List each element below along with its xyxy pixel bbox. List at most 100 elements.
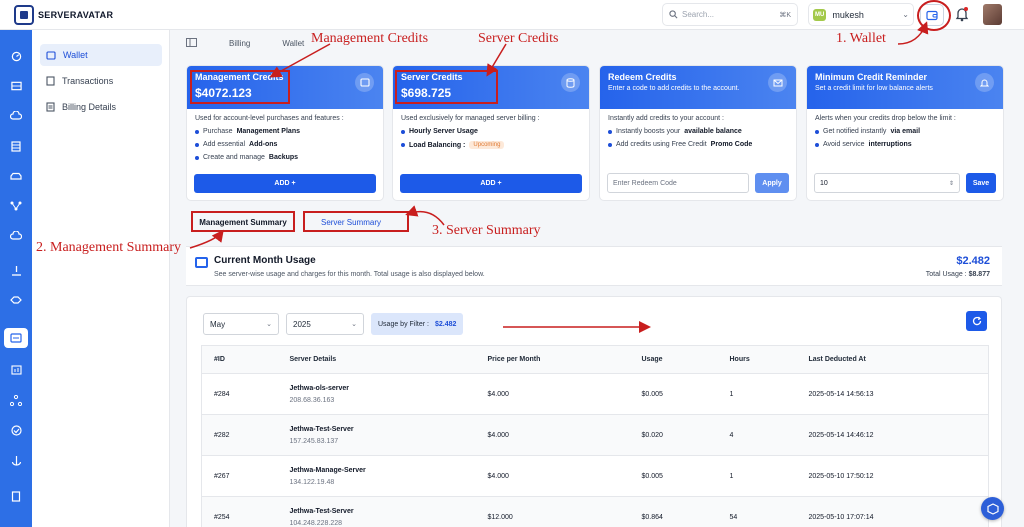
- logo[interactable]: SERVERAVATAR: [14, 5, 113, 25]
- dashboard-icon[interactable]: [8, 48, 24, 64]
- brand-name: SERVERAVATAR: [38, 10, 114, 20]
- sidebar-item-billing-details[interactable]: Billing Details: [40, 96, 162, 118]
- car-icon[interactable]: [8, 168, 24, 184]
- stepper-arrows-icon[interactable]: ⇕: [949, 180, 954, 187]
- refresh-button[interactable]: [966, 311, 987, 331]
- row-price: $4.000: [475, 414, 630, 456]
- annotation-management-credits: Management Credits: [311, 31, 429, 46]
- card-lead: Alerts when your credits drop below the …: [815, 115, 956, 122]
- annotation-box-management-credits: [190, 70, 290, 104]
- search-shortcut: ⌘K: [779, 11, 791, 19]
- wallet-icon[interactable]: [4, 328, 28, 348]
- card-body: Alerts when your credits drop below the …: [807, 109, 1003, 160]
- row-usage: $0.005: [629, 455, 718, 497]
- table-row: #284 Jethwa-ols-server 208.68.36.163 $4.0…: [201, 373, 989, 415]
- sidebar-item-label: Billing Details: [62, 102, 117, 112]
- annotation-management-summary: 2. Management Summary: [36, 240, 182, 255]
- anchor-icon[interactable]: [8, 452, 24, 468]
- server-details: Jethwa-ols-server 208.68.36.163: [277, 373, 476, 415]
- check-circle-icon[interactable]: [8, 422, 24, 438]
- row-last-deducted: 2025-05-10 17:50:12: [796, 455, 989, 497]
- list-item: Avoid service interruptions: [815, 141, 995, 148]
- card-body: Instantly add credits to your account : …: [600, 109, 796, 160]
- table-header-row: #ID Server Details Price per Month Usage…: [201, 345, 989, 374]
- credit-limit-stepper[interactable]: 10 ⇕: [814, 173, 960, 193]
- sidebar-item-transactions[interactable]: Transactions: [40, 70, 162, 92]
- card-header: Minimum Credit Reminder Set a credit lim…: [807, 66, 1003, 109]
- download-icon[interactable]: [8, 262, 24, 278]
- server-details: Jethwa-Test-Server 104.248.228.228: [277, 496, 476, 527]
- sidebar-item-wallet[interactable]: Wallet: [40, 44, 162, 66]
- card-title: Redeem Credits: [608, 72, 677, 82]
- apply-button[interactable]: Apply: [755, 173, 789, 193]
- row-hours: 4: [717, 414, 797, 456]
- sitemap-icon[interactable]: [8, 392, 24, 408]
- notifications-button[interactable]: [955, 6, 971, 24]
- database-icon[interactable]: [8, 138, 24, 154]
- row-id: #254: [201, 496, 278, 527]
- user-name: mukesh: [832, 9, 864, 20]
- sidebar-item-label: Wallet: [63, 50, 88, 60]
- table-row: #282 Jethwa-Test-Server 157.245.83.137 $4…: [201, 414, 989, 456]
- card-lead: Used for account-level purchases and fea…: [195, 115, 344, 122]
- card-body: Used for account-level purchases and fea…: [187, 109, 383, 173]
- cloud-icon[interactable]: [8, 108, 24, 124]
- logo-icon: [14, 5, 34, 25]
- annotation-server-credits: Server Credits: [478, 31, 559, 46]
- usage-table-panel: May ⌄ 2025 ⌄ Usage by Filter : $2.482 #ID S…: [186, 296, 1002, 527]
- avatar[interactable]: [983, 4, 1002, 25]
- redeem-credits-card: Redeem Credits Enter a code to add credi…: [600, 66, 796, 200]
- help-chat-button[interactable]: [981, 497, 1004, 520]
- row-price: $4.000: [475, 455, 630, 497]
- annotation-wallet: 1. Wallet: [836, 31, 886, 46]
- sidebar-item-label: Transactions: [62, 76, 114, 86]
- chart-icon[interactable]: [8, 362, 24, 378]
- total-usage: Total Usage : $8.877: [925, 271, 990, 278]
- handshake-icon[interactable]: [8, 292, 24, 308]
- table-row: #267 Jethwa-Manage-Server 134.122.19.48 $…: [201, 455, 989, 497]
- server-icon[interactable]: [8, 78, 24, 94]
- card-body: Used exclusively for managed server bill…: [393, 109, 589, 161]
- usage-filter-badge: Usage by Filter : $2.482: [371, 313, 464, 335]
- year-select[interactable]: 2025 ⌄: [286, 313, 364, 335]
- receipt-icon: [46, 76, 55, 86]
- icon-sidebar: [0, 30, 32, 527]
- list-item: Hourly Server Usage: [401, 128, 581, 135]
- user-initials-badge: MU: [813, 8, 827, 21]
- save-button[interactable]: Save: [966, 173, 996, 193]
- credit-reminder-card: Minimum Credit Reminder Set a credit lim…: [807, 66, 1003, 200]
- app: SERVERAVATAR Search... ⌘K MU mukesh ⌄ Wa…: [0, 0, 1024, 527]
- table-row: #254 Jethwa-Test-Server 104.248.228.228 $…: [201, 496, 989, 527]
- bell-icon: [955, 7, 969, 22]
- list-item: Create and manage Backups: [195, 154, 375, 161]
- row-price: $4.000: [475, 373, 630, 415]
- database-icon: [561, 73, 580, 92]
- nodes-icon[interactable]: [8, 198, 24, 214]
- add-server-credits-button[interactable]: ADD +: [400, 174, 582, 193]
- summary-title: Current Month Usage: [214, 255, 316, 266]
- document-icon: [46, 102, 55, 112]
- row-id: #267: [201, 455, 278, 497]
- cloud-check-icon[interactable]: [8, 228, 24, 244]
- search-input[interactable]: Search... ⌘K: [662, 3, 798, 26]
- add-management-credits-button[interactable]: ADD +: [194, 174, 376, 193]
- breadcrumb-billing[interactable]: Billing: [213, 39, 266, 48]
- redeem-code-input[interactable]: Enter Redeem Code: [607, 173, 749, 193]
- card-lead: Used exclusively for managed server bill…: [401, 115, 540, 122]
- sidebar-toggle-icon[interactable]: [170, 37, 213, 49]
- column-header: Last Deducted At: [796, 345, 989, 374]
- search-icon: [669, 10, 678, 19]
- document-icon[interactable]: [8, 488, 24, 504]
- wallet-icon: [195, 257, 208, 268]
- list-item: Purchase Management Plans: [195, 128, 375, 135]
- row-usage: $0.020: [629, 414, 718, 456]
- search-placeholder: Search...: [682, 10, 715, 19]
- annotation-box-server-credits: [395, 70, 498, 104]
- row-usage: $0.005: [629, 373, 718, 415]
- month-select[interactable]: May ⌄: [203, 313, 279, 335]
- row-id: #284: [201, 373, 278, 415]
- user-menu[interactable]: MU mukesh ⌄: [808, 3, 914, 26]
- breadcrumb: Billing Wallet: [170, 30, 1024, 56]
- wallet-icon: [355, 73, 374, 92]
- row-price: $12.000: [475, 496, 630, 527]
